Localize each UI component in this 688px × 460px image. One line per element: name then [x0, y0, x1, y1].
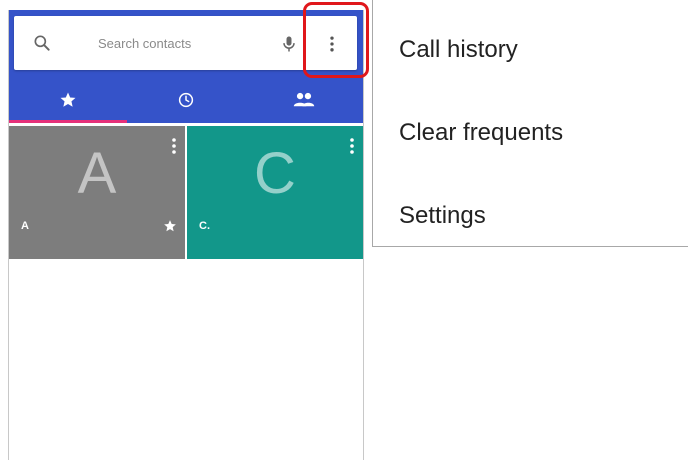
- menu-item-settings[interactable]: Settings: [399, 202, 486, 230]
- tab-indicator: [9, 120, 127, 123]
- search-icon[interactable]: [32, 33, 52, 53]
- contact-initial: C: [254, 141, 296, 206]
- favorite-tile[interactable]: C C.: [187, 126, 363, 259]
- overflow-menu: Call history Clear frequents Settings: [372, 0, 688, 247]
- star-icon: [60, 92, 76, 107]
- contact-initial: A: [77, 141, 117, 206]
- favorite-tile[interactable]: A A: [9, 126, 185, 259]
- menu-item-call-history[interactable]: Call history: [399, 36, 518, 64]
- favorites-grid: A A C C.: [9, 126, 363, 259]
- more-options-icon[interactable]: [169, 136, 179, 156]
- tab-contacts[interactable]: [245, 80, 363, 123]
- star-icon[interactable]: [163, 219, 177, 233]
- mic-icon[interactable]: [279, 33, 299, 55]
- clock-icon: [178, 92, 194, 108]
- tab-favorites[interactable]: [9, 80, 127, 123]
- tab-bar: [9, 80, 363, 123]
- menu-item-clear-frequents[interactable]: Clear frequents: [399, 119, 563, 147]
- highlight-box: [303, 2, 369, 78]
- contact-name: A: [21, 220, 29, 232]
- tab-recents[interactable]: [127, 80, 245, 123]
- contact-name: C.: [199, 220, 210, 232]
- more-options-icon[interactable]: [347, 136, 357, 156]
- search-input[interactable]: Search contacts: [98, 36, 191, 51]
- people-icon: [293, 92, 315, 107]
